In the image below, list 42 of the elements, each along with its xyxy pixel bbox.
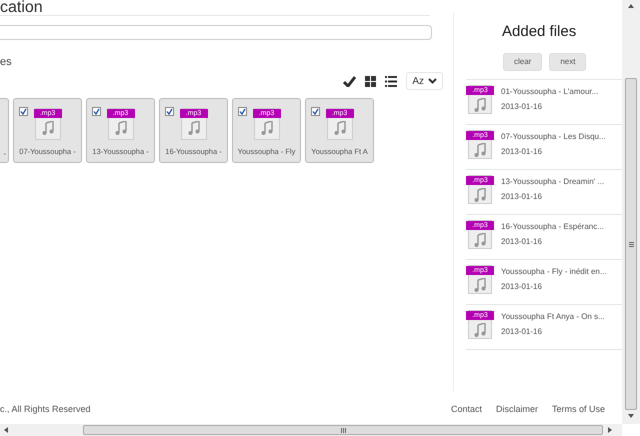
- sidebar-button[interactable]: clear: [503, 53, 542, 71]
- chevron-down-icon: [428, 78, 437, 84]
- grip-icon: [628, 242, 634, 246]
- file-date: 2013-01-16: [501, 146, 543, 158]
- scrollbar-thumb[interactable]: [625, 78, 637, 410]
- checkmark-icon[interactable]: [343, 76, 356, 86]
- scroll-up-icon[interactable]: [628, 4, 634, 8]
- file-name: 13-Youssoupha - Dreamin' ...: [501, 176, 604, 188]
- scrollbar-thumb[interactable]: [83, 425, 603, 435]
- file-date: 2013-01-16: [501, 191, 543, 203]
- scroll-down-icon[interactable]: [628, 414, 634, 418]
- checkbox[interactable]: [19, 107, 28, 116]
- sort-dropdown[interactable]: Az: [406, 72, 443, 90]
- file-name: Youssoupha Ft Anya - On s...: [501, 311, 605, 323]
- copyright-text: c., All Rights Reserved: [0, 403, 92, 416]
- file-date: 2013-01-16: [501, 326, 543, 338]
- file-name: 01-Youssoupha - L'amour...: [501, 86, 598, 98]
- footer-link[interactable]: Terms of Use: [552, 403, 606, 417]
- footer-link[interactable]: Disclaimer: [496, 403, 538, 417]
- sidebar-button[interactable]: next: [549, 53, 586, 71]
- file-name: 16-Youssoupha - Espéranc...: [501, 221, 604, 233]
- input-field[interactable]: [0, 25, 432, 40]
- vertical-scrollbar[interactable]: [622, 0, 640, 424]
- footer-link[interactable]: Contact: [451, 403, 482, 417]
- file-date: 2013-01-16: [501, 281, 543, 293]
- section-heading: es: [0, 55, 13, 68]
- checkbox[interactable]: [92, 107, 101, 116]
- list-view-icon[interactable]: [385, 76, 398, 86]
- sidebar-title: Added files: [502, 22, 578, 41]
- grip-icon: [340, 428, 346, 432]
- file-name: 07-Youssoupha - Les Disqu...: [501, 131, 606, 143]
- file-date: 2013-01-16: [501, 101, 543, 113]
- checkbox[interactable]: [165, 107, 174, 116]
- grid-view-icon[interactable]: [365, 76, 376, 86]
- checkbox[interactable]: [238, 107, 247, 116]
- file-date: 2013-01-16: [501, 236, 543, 248]
- page-title: cation: [0, 0, 43, 15]
- scroll-right-icon[interactable]: [608, 427, 612, 433]
- checkbox[interactable]: [311, 107, 320, 116]
- scroll-left-icon[interactable]: [4, 427, 8, 433]
- file-name: Youssoupha - Fly - inédit en...: [501, 266, 607, 278]
- horizontal-scrollbar[interactable]: [0, 424, 622, 436]
